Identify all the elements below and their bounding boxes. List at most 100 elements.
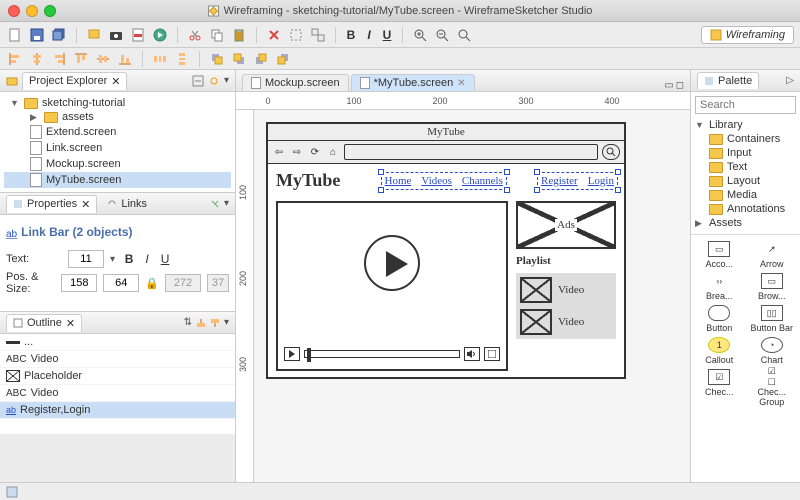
- zoom-fit-icon[interactable]: [455, 26, 473, 44]
- status-icon[interactable]: [6, 486, 18, 498]
- paste-icon[interactable]: [230, 26, 248, 44]
- outline-tab[interactable]: Outline ✕: [6, 314, 82, 332]
- pos-x-input[interactable]: [61, 274, 97, 292]
- reload-icon[interactable]: ⟳: [308, 145, 322, 159]
- underline-toggle[interactable]: U: [157, 251, 173, 267]
- forward-icon[interactable]: ⇨: [290, 145, 304, 159]
- align-bottom-icon[interactable]: [116, 50, 134, 68]
- backward-icon[interactable]: [274, 50, 292, 68]
- mockup-ads-placeholder[interactable]: Ads: [516, 201, 616, 249]
- volume-icon[interactable]: [464, 347, 480, 361]
- search-icon[interactable]: [602, 144, 620, 160]
- playlist-item[interactable]: Video: [520, 277, 612, 303]
- export-icon[interactable]: [85, 26, 103, 44]
- tree-item[interactable]: ▶assets: [4, 110, 231, 124]
- play-icon[interactable]: [364, 235, 420, 291]
- align-left-icon[interactable]: [6, 50, 24, 68]
- widget-accordion[interactable]: ▭Acco...: [695, 241, 744, 269]
- widget-browser[interactable]: ▭Brow...: [748, 273, 797, 301]
- progress-bar[interactable]: [304, 350, 460, 358]
- front-icon[interactable]: [208, 50, 226, 68]
- props-dropdown-icon[interactable]: ▾: [224, 198, 229, 209]
- widget-checkgroup[interactable]: ☑☐Chec... Group: [748, 369, 797, 407]
- outline-item[interactable]: Placeholder: [0, 368, 235, 385]
- widget-buttonbar[interactable]: ▯▯Button Bar: [748, 305, 797, 333]
- forward-icon[interactable]: [252, 50, 270, 68]
- zoom-in-icon[interactable]: [411, 26, 429, 44]
- lib-category[interactable]: Input: [695, 146, 796, 160]
- editor-tab-active[interactable]: *MyTube.screen✕: [351, 74, 475, 91]
- mockup-browser-window[interactable]: MyTube ⇦ ⇨ ⟳ ⌂: [266, 122, 626, 379]
- save-all-icon[interactable]: [50, 26, 68, 44]
- italic-toggle[interactable]: I: [139, 251, 155, 267]
- view-menu-icon[interactable]: ▾: [224, 75, 229, 86]
- align-top-icon[interactable]: [72, 50, 90, 68]
- save-icon[interactable]: [28, 26, 46, 44]
- ungroup-icon[interactable]: [309, 26, 327, 44]
- lib-category[interactable]: Text: [695, 160, 796, 174]
- tree-item[interactable]: Link.screen: [4, 140, 231, 156]
- mockup-url-bar[interactable]: [344, 144, 598, 160]
- lib-category[interactable]: Containers: [695, 132, 796, 146]
- back-icon[interactable]: ⇦: [272, 145, 286, 159]
- outline-up-icon[interactable]: [196, 318, 206, 328]
- camera-icon[interactable]: [107, 26, 125, 44]
- italic-button[interactable]: I: [362, 28, 376, 42]
- outline-item-selected[interactable]: a̲b̲Register,Login: [0, 402, 235, 419]
- design-canvas[interactable]: MyTube ⇦ ⇨ ⟳ ⌂: [254, 110, 690, 482]
- font-size-input[interactable]: [68, 250, 104, 268]
- editor-tab[interactable]: Mockup.screen: [242, 74, 349, 91]
- play-icon[interactable]: [151, 26, 169, 44]
- zoom-out-icon[interactable]: [433, 26, 451, 44]
- delete-icon[interactable]: [265, 26, 283, 44]
- mockup-auth-selected[interactable]: RegisterLogin: [539, 174, 616, 188]
- copy-icon[interactable]: [208, 26, 226, 44]
- widget-button[interactable]: Button: [695, 305, 744, 333]
- palette-tab[interactable]: Palette: [697, 72, 759, 89]
- outline-list[interactable]: ... ABCVideo Placeholder ABCVideo a̲b̲Re…: [0, 334, 235, 434]
- perspective-switcher[interactable]: Wireframing: [701, 26, 794, 44]
- align-right-icon[interactable]: [50, 50, 68, 68]
- new-icon[interactable]: [6, 26, 24, 44]
- outline-sort-icon[interactable]: ⇅: [184, 317, 192, 328]
- widget-arrow[interactable]: ↗Arrow: [748, 241, 797, 269]
- props-menu-icon[interactable]: [210, 199, 220, 209]
- outline-down-icon[interactable]: [210, 318, 220, 328]
- tree-item[interactable]: Mockup.screen: [4, 156, 231, 172]
- properties-tab[interactable]: Properties ✕: [6, 195, 97, 213]
- tree-item[interactable]: Extend.screen: [4, 124, 231, 140]
- collapse-all-icon[interactable]: [192, 75, 204, 87]
- widget-checkbox[interactable]: ☑Chec...: [695, 369, 744, 407]
- close-window-button[interactable]: [8, 5, 20, 17]
- align-center-h-icon[interactable]: [28, 50, 46, 68]
- lock-icon[interactable]: 🔒: [145, 277, 159, 290]
- outline-menu-icon[interactable]: ▾: [224, 317, 229, 328]
- widget-breadcrumb[interactable]: ››Brea...: [695, 273, 744, 301]
- pos-y-input[interactable]: [103, 274, 139, 292]
- dist-h-icon[interactable]: [151, 50, 169, 68]
- project-explorer-tree[interactable]: ▼sketching-tutorial ▶assets Extend.scree…: [0, 92, 235, 192]
- lib-category[interactable]: Layout: [695, 174, 796, 188]
- bold-toggle[interactable]: B: [121, 251, 137, 267]
- home-icon[interactable]: ⌂: [326, 145, 340, 159]
- editor-max-icon[interactable]: ◻: [676, 80, 684, 91]
- zoom-window-button[interactable]: [44, 5, 56, 17]
- palette-search-input[interactable]: [695, 96, 796, 114]
- outline-item[interactable]: ABCVideo: [0, 385, 235, 402]
- bold-button[interactable]: B: [344, 28, 358, 42]
- pdf-icon[interactable]: [129, 26, 147, 44]
- editor-min-icon[interactable]: ▭: [664, 80, 673, 91]
- minimize-window-button[interactable]: [26, 5, 38, 17]
- link-editor-icon[interactable]: [208, 75, 220, 87]
- underline-button[interactable]: U: [380, 28, 394, 42]
- lib-category[interactable]: Media: [695, 188, 796, 202]
- back-icon[interactable]: [230, 50, 248, 68]
- library-section[interactable]: ▼Library: [695, 118, 796, 132]
- dist-v-icon[interactable]: [173, 50, 191, 68]
- lib-category[interactable]: Annotations: [695, 202, 796, 216]
- assets-section[interactable]: ▶Assets: [695, 216, 796, 230]
- palette-collapse-icon[interactable]: ▷: [786, 75, 794, 86]
- fullscreen-icon[interactable]: [484, 347, 500, 361]
- cut-icon[interactable]: [186, 26, 204, 44]
- widget-chart[interactable]: ◔Chart: [748, 337, 797, 365]
